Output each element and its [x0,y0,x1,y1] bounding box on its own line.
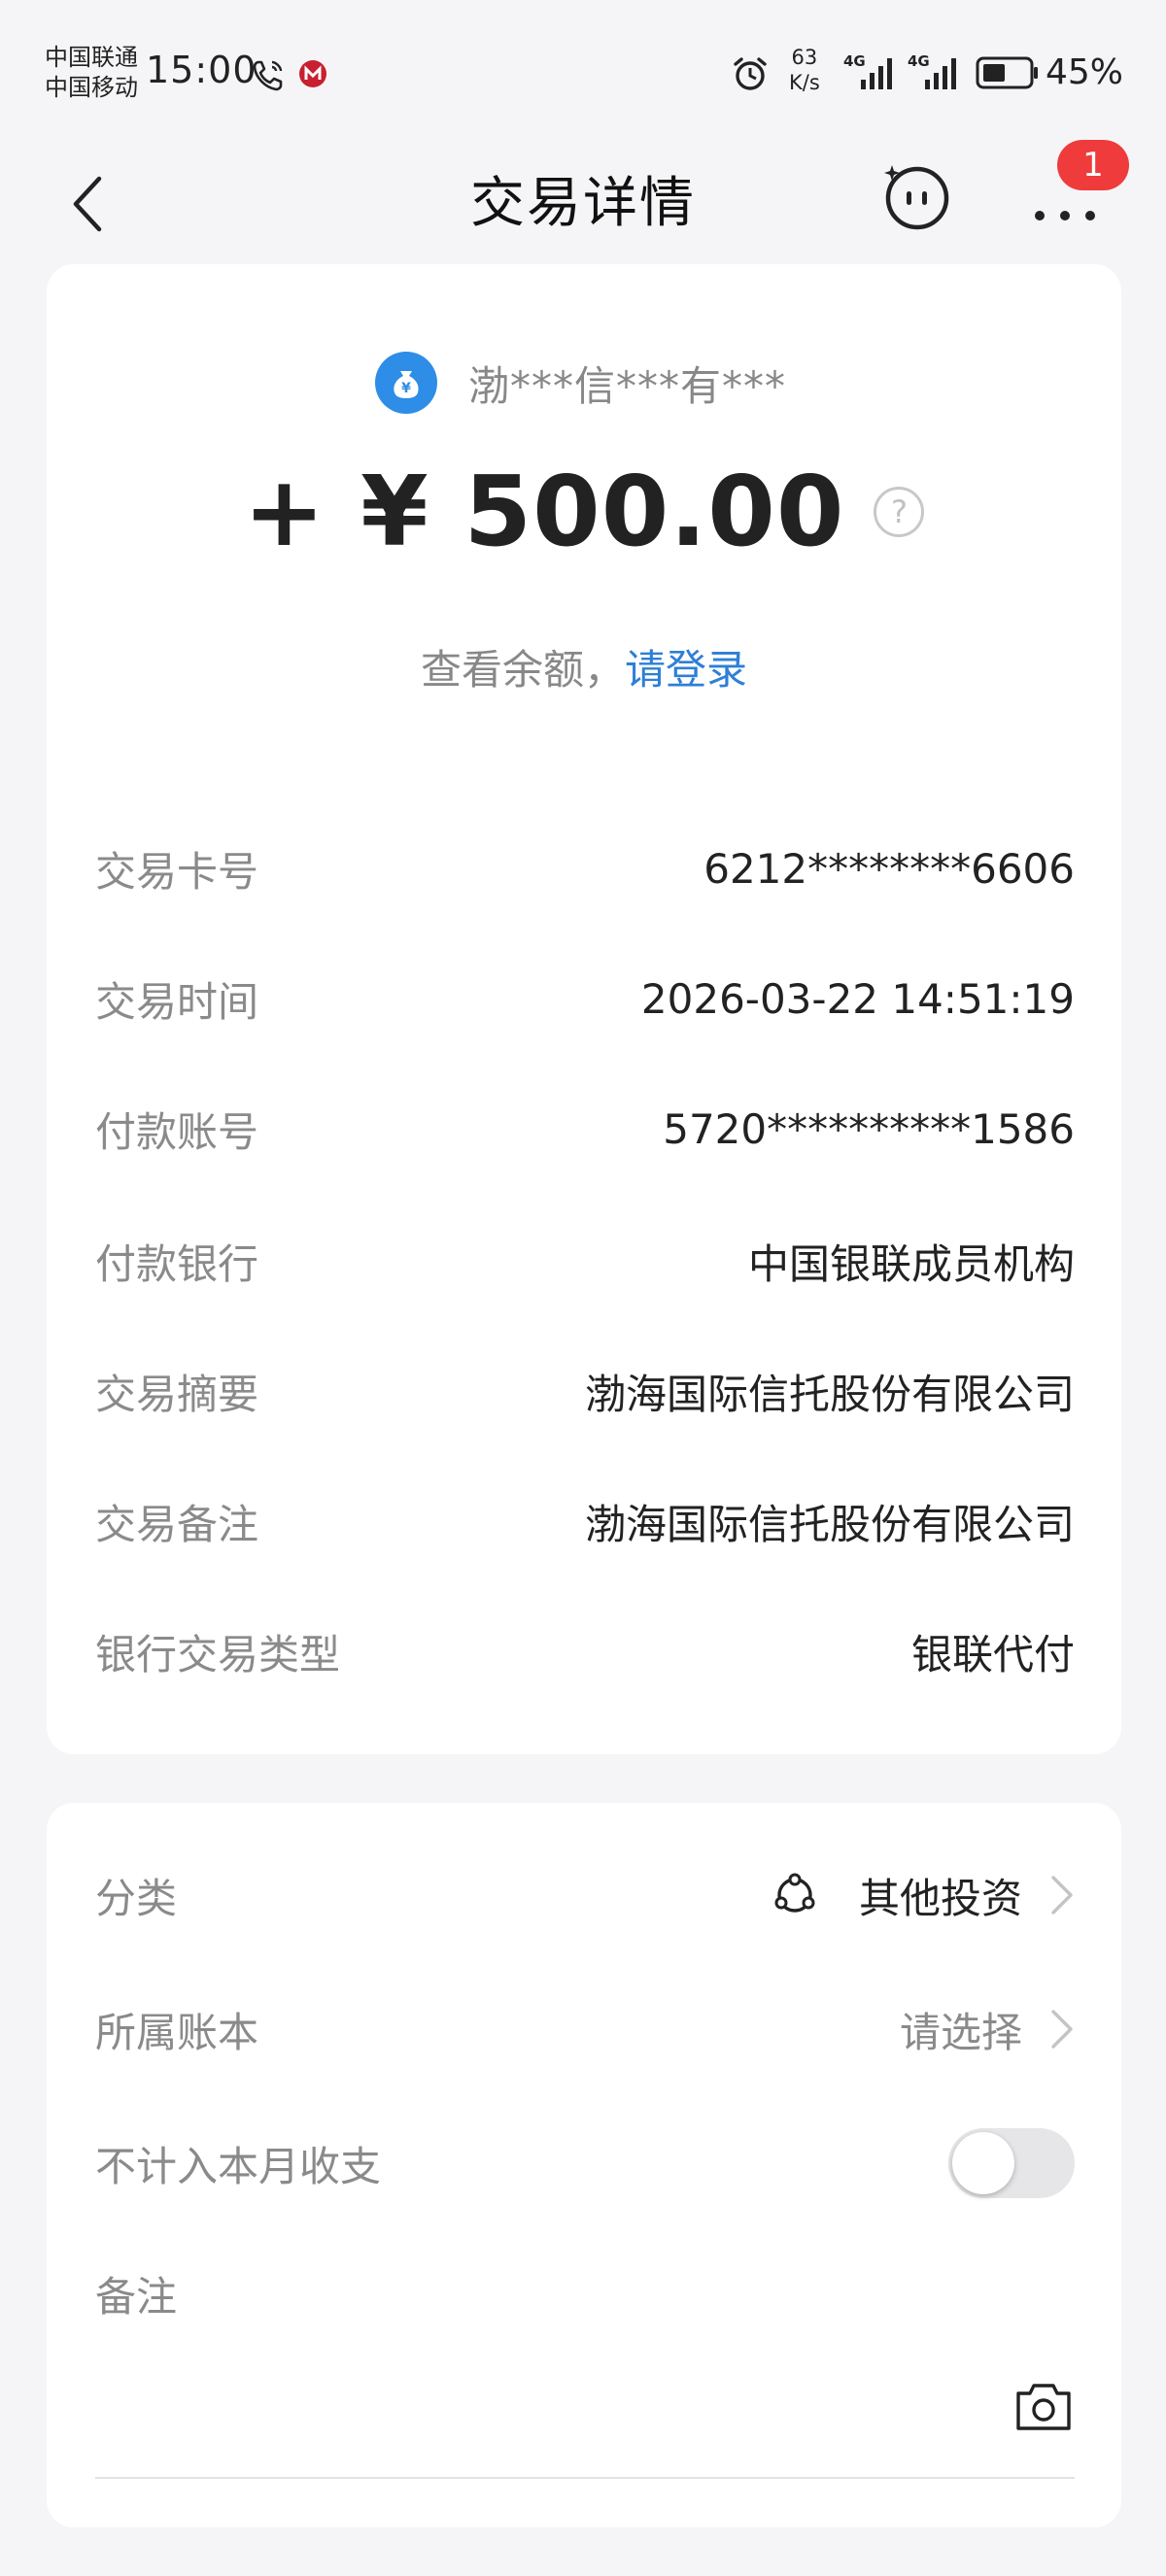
notification-badge: 1 [1057,140,1129,190]
detail-row-payer-account: 付款账号 5720**********1586 [95,1090,1075,1168]
category-value: 其他投资 [858,1874,1022,1922]
camera-button[interactable] [1012,2380,1075,2434]
chevron-right-icon [1051,1876,1073,1915]
money-bag-icon: ¥ [375,352,437,414]
login-link[interactable]: 请登录 [625,646,747,694]
ledger-selector[interactable]: 请选择 [900,2000,1075,2059]
exclude-monthly-row: 不计入本月收支 [95,2119,1075,2207]
note-row: 备注 [95,2250,1075,2337]
category-label: 分类 [95,1874,178,1922]
nav-bar: 交易详情 [0,136,1166,262]
alarm-icon [734,57,767,90]
page-title: 交易详情 [470,172,696,235]
transaction-amount: + ¥ 500.00 [243,455,845,568]
detail-value: 银联代付 [910,1630,1075,1678]
note-input-underline[interactable] [95,2477,1075,2479]
detail-label: 交易摘要 [95,1370,259,1418]
svg-text:¥: ¥ [401,381,411,396]
detail-label: 付款账号 [95,1107,259,1156]
options-card: 分类 其他投资 所属账本 请选择 不计入本月收支 备注 [47,1803,1121,2527]
balance-prompt: 查看余额， [420,646,625,694]
network-speed-value: 63 [791,46,818,69]
signal-2: 4G [908,52,962,91]
investment-category-icon [774,1873,815,1913]
detail-label: 交易备注 [95,1500,259,1548]
balance-row: 查看余额，请登录 [47,637,1121,696]
network-speed-unit: K/s [789,71,820,94]
category-selector[interactable]: 其他投资 [772,1866,1075,1925]
status-time: 15:00 [146,49,257,91]
network-speed: 63 K/s [789,45,820,95]
assistant-button[interactable] [880,159,952,231]
detail-value: 2026-03-22 14:51:19 [640,974,1075,1023]
category-row[interactable]: 分类 其他投资 [95,1851,1075,1939]
detail-row-summary: 交易摘要 渤海国际信托股份有限公司 [95,1352,1075,1430]
ledger-label: 所属账本 [95,2008,259,2056]
detail-row-payer-bank: 付款银行 中国银联成员机构 [95,1222,1075,1300]
detail-value: 渤海国际信托股份有限公司 [584,1370,1075,1418]
detail-value: 中国银联成员机构 [747,1239,1075,1288]
carrier-1: 中国联通 [45,44,138,71]
detail-value: 5720**********1586 [663,1104,1075,1153]
detail-row-card-number: 交易卡号 6212********6606 [95,830,1075,907]
detail-label: 付款银行 [95,1239,259,1288]
exclude-monthly-toggle[interactable] [948,2128,1075,2198]
payee-info: ¥ 渤***信***有*** [375,352,786,414]
detail-value: 6212********6606 [703,844,1075,893]
carrier-2: 中国移动 [45,74,138,101]
wifi-call-icon [253,60,283,91]
camera-icon [1016,2384,1071,2430]
payee-name: 渤***信***有*** [468,361,787,410]
signal-1: 4G [843,52,898,91]
note-label: 备注 [95,2272,178,2321]
detail-label: 银行交易类型 [95,1630,341,1678]
ledger-row[interactable]: 所属账本 请选择 [95,1985,1075,2073]
exclude-monthly-label: 不计入本月收支 [95,2142,382,2190]
amount-row: + ¥ 500.00 ? [47,455,1121,568]
ledger-value: 请选择 [899,2008,1022,2056]
chevron-right-icon [1051,2010,1073,2049]
bank-logo-icon [299,60,326,87]
detail-label: 交易时间 [95,977,259,1026]
assistant-robot-icon [884,165,949,230]
signal-bars-icon [925,58,956,89]
help-icon[interactable]: ? [874,486,925,537]
detail-row-transaction-type: 银行交易类型 银联代付 [95,1612,1075,1690]
battery-level: 45% [1046,52,1124,92]
signal-bars-icon [861,58,892,89]
detail-row-time: 交易时间 2026-03-22 14:51:19 [95,960,1075,1037]
detail-label: 交易卡号 [95,847,259,896]
battery-icon [976,56,1038,89]
toggle-knob [952,2132,1014,2194]
status-bar: 中国联通 中国移动 15:00 63 K/s 4G 4G 45% [0,0,1166,136]
carrier-info: 中国联通 中国移动 [45,43,138,103]
detail-row-remark: 交易备注 渤海国际信托股份有限公司 [95,1482,1075,1560]
transaction-card: ¥ 渤***信***有*** + ¥ 500.00 ? 查看余额，请登录 交易卡… [47,264,1121,1754]
detail-value: 渤海国际信托股份有限公司 [584,1500,1075,1548]
